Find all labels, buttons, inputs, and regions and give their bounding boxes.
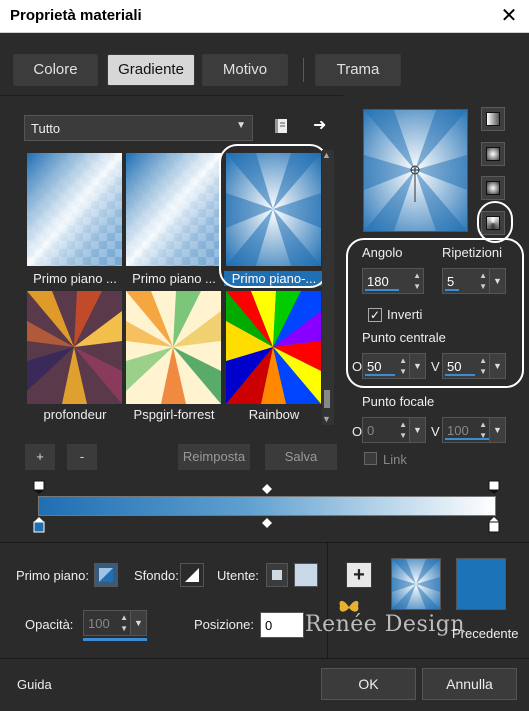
user-swatch-small[interactable] (266, 563, 288, 587)
add-swatch-button[interactable]: + (346, 562, 372, 588)
chevron-down-icon: ▼ (236, 120, 246, 131)
opacity-stop-left-icon[interactable] (33, 480, 45, 496)
user-label: Utente: (217, 568, 259, 583)
focal-v-label: V (431, 424, 440, 439)
focal-o-value: 0 (367, 423, 375, 438)
thumbnail-label: Primo piano ... (132, 271, 216, 286)
gradient-thumbnail[interactable] (27, 153, 122, 266)
position-label: Posizione: (194, 617, 254, 632)
gradient-thumbnail[interactable] (126, 153, 221, 266)
highlight-circle (477, 201, 513, 243)
ok-button[interactable]: OK (321, 668, 416, 700)
category-dropdown[interactable]: Tutto ▼ (24, 115, 253, 141)
focal-point-label: Punto focale (362, 394, 435, 409)
spin-arrows-icon[interactable]: ▲ ▼ (399, 419, 407, 441)
color-stop-left-icon[interactable] (33, 517, 45, 535)
linear-style-button[interactable] (481, 107, 505, 131)
close-icon[interactable]: ✕ (495, 3, 523, 29)
user-swatch[interactable] (294, 563, 318, 587)
scroll-down-icon[interactable]: ▼ (322, 414, 331, 424)
opacity-bar (83, 638, 147, 641)
highlight-circle (346, 238, 524, 388)
tab-gradiente[interactable]: Gradiente (107, 54, 195, 86)
foreground-label: Primo piano: (16, 568, 89, 583)
opacity-midpoint-icon[interactable] (262, 484, 272, 496)
focal-v-value: 100 (447, 423, 469, 438)
category-value: Tutto (31, 121, 61, 136)
focal-v-spinner[interactable]: 100 ▲ ▼ ▼ (442, 417, 506, 443)
gradient-editor-bar[interactable] (38, 496, 496, 516)
color-midpoint-icon[interactable] (262, 518, 272, 530)
rectangular-style-button[interactable] (481, 142, 505, 166)
thumbnail-label: profondeur (43, 407, 107, 422)
save-button[interactable]: Salva (265, 444, 337, 470)
highlight-circle (219, 144, 328, 288)
watermark-logo: Renée Design (305, 612, 466, 637)
dropdown-arrow-icon[interactable]: ▼ (130, 611, 146, 635)
window-title: Proprietà materiali (10, 7, 142, 24)
gradient-preview[interactable] (363, 109, 468, 232)
opacity-label: Opacità: (25, 617, 74, 632)
current-material-swatch[interactable] (391, 558, 441, 610)
dropdown-arrow-icon[interactable]: ▼ (409, 418, 425, 442)
color-stop-right-icon[interactable] (488, 517, 500, 535)
opacity-value: 100 (88, 616, 110, 631)
material-swatches-area (0, 542, 529, 658)
gradient-thumbnail[interactable] (226, 291, 321, 404)
background-swatch[interactable] (180, 563, 204, 587)
thumbnail-label: Primo piano ... (33, 271, 117, 286)
add-gradient-button[interactable]: + (25, 444, 55, 470)
focal-o-spinner[interactable]: 0 ▲ ▼ ▼ (362, 417, 426, 443)
vertical-divider (327, 542, 328, 658)
thumbnail-label: Pspgirl-forrest (133, 407, 215, 422)
tab-trama[interactable]: Trama (315, 54, 401, 86)
previous-label: Precedente (452, 626, 519, 641)
gradient-thumbnail[interactable] (27, 291, 122, 404)
gradient-thumbnail[interactable] (126, 291, 221, 404)
background-label: Sfondo: (134, 568, 179, 583)
position-value: 0 (265, 618, 273, 633)
position-input[interactable]: 0 (260, 612, 304, 638)
arrow-right-icon[interactable]: ➜ (313, 115, 326, 135)
opacity-stop-right-icon[interactable] (488, 480, 500, 496)
butterfly-icon (338, 598, 360, 619)
scroll-up-icon[interactable]: ▲ (322, 150, 331, 160)
tab-colore[interactable]: Colore (13, 54, 98, 86)
opacity-spinner[interactable]: 100 ▲ ▼ ▼ (83, 610, 147, 636)
link-checkbox[interactable] (364, 452, 377, 465)
reset-button[interactable]: Reimposta (178, 444, 250, 470)
thumbnail-label: Rainbow (248, 407, 300, 422)
help-link[interactable]: Guida (17, 677, 52, 692)
sunburst-style-button[interactable] (481, 176, 505, 200)
scroll-thumb[interactable] (324, 390, 330, 408)
library-scrollbar[interactable] (322, 150, 334, 425)
cancel-button[interactable]: Annulla (422, 668, 517, 700)
spin-arrows-icon[interactable]: ▲ ▼ (120, 612, 128, 634)
dropdown-arrow-icon[interactable]: ▼ (489, 418, 505, 442)
focal-o-label: O (352, 424, 363, 439)
foreground-swatch[interactable] (94, 563, 118, 587)
remove-gradient-button[interactable]: - (67, 444, 97, 470)
tab-separator (303, 58, 304, 82)
tab-motivo[interactable]: Motivo (202, 54, 288, 86)
book-icon[interactable] (272, 117, 290, 135)
link-label: Link (383, 452, 407, 467)
previous-material-swatch[interactable] (456, 558, 506, 610)
